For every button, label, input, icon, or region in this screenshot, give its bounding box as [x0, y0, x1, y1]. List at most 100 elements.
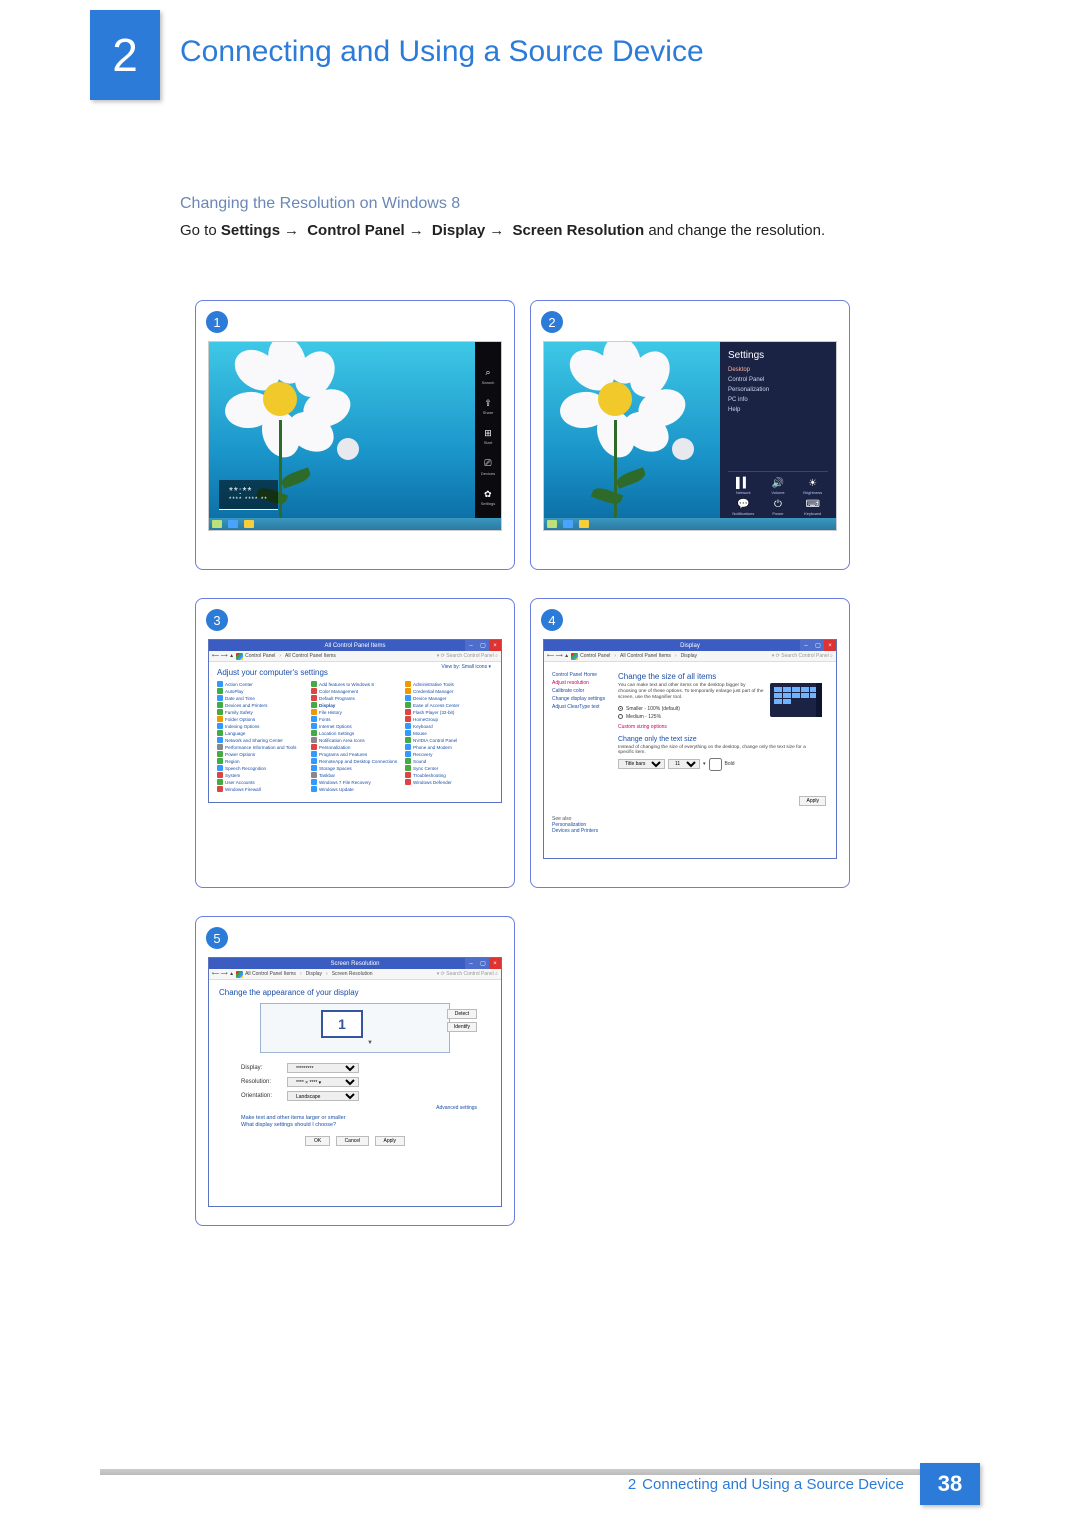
cp-item[interactable]: Windows Firewall: [217, 786, 305, 792]
display-help-link[interactable]: What display settings should I choose?: [241, 1122, 491, 1128]
cp-item[interactable]: NVIDIA Control Panel: [405, 737, 493, 743]
settings-item-desktop[interactable]: Desktop: [728, 365, 828, 375]
cp-item[interactable]: Folder Options: [217, 716, 305, 722]
cp-item[interactable]: Personalization: [311, 744, 399, 750]
share-icon[interactable]: ⇪: [481, 396, 495, 410]
cp-item[interactable]: AutoPlay: [217, 688, 305, 694]
cp-item[interactable]: Indexing Options: [217, 723, 305, 729]
resolution-select[interactable]: **** × **** ▾: [287, 1077, 359, 1087]
window-titlebar[interactable]: All Control Panel Items – ▢ ×: [209, 640, 501, 651]
cp-item[interactable]: HomeGroup: [405, 716, 493, 722]
cp-item[interactable]: Troubleshooting: [405, 772, 493, 778]
cp-item[interactable]: Windows Update: [311, 786, 399, 792]
cp-item[interactable]: Credential Manager: [405, 688, 493, 694]
cancel-button[interactable]: Cancel: [336, 1136, 370, 1146]
quick-notifications[interactable]: 💬Notifications: [728, 499, 759, 516]
apply-button[interactable]: Apply: [375, 1136, 406, 1146]
sidebar-link[interactable]: Calibrate color: [552, 688, 608, 694]
taskbar[interactable]: [209, 518, 501, 530]
cp-item[interactable]: Display: [311, 702, 399, 708]
taskbar[interactable]: [544, 518, 836, 530]
close-button[interactable]: ×: [489, 958, 501, 969]
cp-item[interactable]: Speech Recognition: [217, 765, 305, 771]
start-icon[interactable]: ⊞: [481, 426, 495, 440]
cp-item[interactable]: Sync Center: [405, 765, 493, 771]
search-icon[interactable]: ⌕: [481, 366, 495, 380]
minimize-button[interactable]: –: [465, 958, 477, 969]
see-also-link[interactable]: Devices and Printers: [552, 828, 598, 834]
cp-item[interactable]: Network and Sharing Center: [217, 737, 305, 743]
cp-item[interactable]: Storage Spaces: [311, 765, 399, 771]
cp-item[interactable]: Language: [217, 730, 305, 736]
cp-item[interactable]: Phone and Modem: [405, 744, 493, 750]
cp-item[interactable]: Performance Information and Tools: [217, 744, 305, 750]
quick-brightness[interactable]: ☀Brightness: [797, 478, 828, 495]
devices-icon[interactable]: ⎚: [481, 457, 495, 471]
advanced-settings-link[interactable]: Advanced settings: [219, 1105, 477, 1111]
minimize-button[interactable]: –: [465, 640, 477, 651]
search-input[interactable]: Search Control Panel: [781, 653, 829, 659]
cp-item[interactable]: Color Management: [311, 688, 399, 694]
detect-button[interactable]: Detect: [447, 1009, 477, 1019]
settings-icon[interactable]: ✿: [481, 487, 495, 501]
sidebar-link[interactable]: Change display settings: [552, 696, 608, 702]
address-bar[interactable]: ⟵ ⟶ ▲ Control Panel All Control Panel It…: [544, 651, 836, 662]
quick-keyboard[interactable]: ⌨Keyboard: [797, 499, 828, 516]
cp-item[interactable]: Family Safety: [217, 709, 305, 715]
cp-item[interactable]: Taskbar: [311, 772, 399, 778]
orientation-select[interactable]: Landscape: [287, 1091, 359, 1101]
cp-item[interactable]: Devices and Printers: [217, 702, 305, 708]
window-titlebar[interactable]: Display – ▢ ×: [544, 640, 836, 651]
size-option-small[interactable]: Smaller - 100% (default): [618, 706, 764, 712]
cp-item[interactable]: Notification Area Icons: [311, 737, 399, 743]
search-input[interactable]: Search Control Panel: [446, 653, 494, 659]
cp-item[interactable]: Mouse: [405, 730, 493, 736]
cp-item[interactable]: Ease of Access Center: [405, 702, 493, 708]
cp-item[interactable]: User Accounts: [217, 779, 305, 785]
close-button[interactable]: ×: [489, 640, 501, 651]
monitor-1[interactable]: 1: [321, 1010, 363, 1038]
cp-item[interactable]: System: [217, 772, 305, 778]
custom-sizing-link[interactable]: Custom sizing options: [618, 724, 822, 730]
address-bar[interactable]: ⟵ ⟶ ▲ All Control Panel Items Display Sc…: [209, 969, 501, 980]
cp-item[interactable]: Fonts: [311, 716, 399, 722]
display-select[interactable]: *********: [287, 1063, 359, 1073]
monitor-preview[interactable]: 1: [260, 1003, 450, 1053]
settings-item-personalization[interactable]: Personalization: [728, 385, 828, 395]
cp-item[interactable]: Location Settings: [311, 730, 399, 736]
cp-item[interactable]: File History: [311, 709, 399, 715]
cp-item[interactable]: Administrative Tools: [405, 681, 493, 687]
search-input[interactable]: Search Control Panel: [446, 971, 494, 977]
cp-item[interactable]: Keyboard: [405, 723, 493, 729]
cp-item[interactable]: Programs and Features: [311, 751, 399, 757]
identify-button[interactable]: Identify: [447, 1022, 477, 1032]
sidebar-link[interactable]: Control Panel Home: [552, 672, 608, 678]
settings-item-pc-info[interactable]: PC info: [728, 395, 828, 405]
cp-item[interactable]: Windows Defender: [405, 779, 493, 785]
cp-item[interactable]: Recovery: [405, 751, 493, 757]
maximize-button[interactable]: ▢: [477, 958, 489, 969]
cp-item[interactable]: Default Programs: [311, 695, 399, 701]
settings-item-control-panel[interactable]: Control Panel: [728, 375, 828, 385]
settings-item-help[interactable]: Help: [728, 405, 828, 415]
quick-volume[interactable]: 🔊Volume: [763, 478, 794, 495]
cp-item[interactable]: Flash Player (32-bit): [405, 709, 493, 715]
cp-item[interactable]: RemoteApp and Desktop Connections: [311, 758, 399, 764]
cp-item[interactable]: Date and Time: [217, 695, 305, 701]
close-button[interactable]: ×: [824, 640, 836, 651]
bold-checkbox[interactable]: [709, 758, 722, 771]
cp-item[interactable]: Add features to Windows 8: [311, 681, 399, 687]
item-select[interactable]: Title bars: [618, 759, 665, 769]
address-bar[interactable]: ⟵ ⟶ ▲ Control Panel All Control Panel It…: [209, 651, 501, 662]
cp-item[interactable]: Internet Options: [311, 723, 399, 729]
fontsize-select[interactable]: 11: [668, 759, 700, 769]
cp-item[interactable]: Region: [217, 758, 305, 764]
size-option-medium[interactable]: Medium - 125%: [618, 714, 764, 720]
maximize-button[interactable]: ▢: [812, 640, 824, 651]
text-size-link[interactable]: Make text and other items larger or smal…: [241, 1115, 491, 1121]
window-titlebar[interactable]: Screen Resolution – ▢ ×: [209, 958, 501, 969]
quick-power[interactable]: ⏻Power: [763, 499, 794, 516]
cp-item[interactable]: Action Center: [217, 681, 305, 687]
apply-button[interactable]: Apply: [799, 796, 826, 806]
cp-item[interactable]: Device Manager: [405, 695, 493, 701]
